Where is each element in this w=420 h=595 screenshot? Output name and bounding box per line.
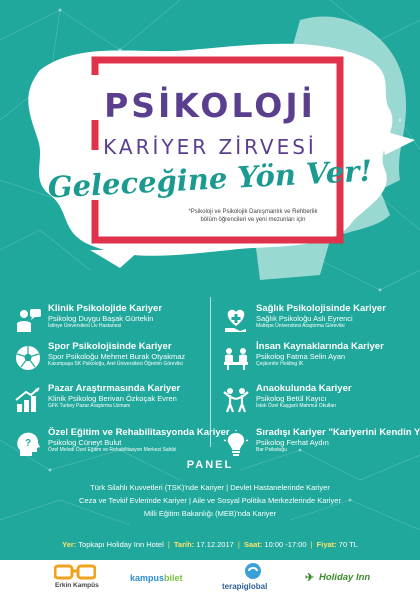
audience-note: *Psikoloji ve Psikolojik Danışmanlık ve … [188, 209, 318, 223]
meeting-icon [224, 348, 248, 370]
heart-hand-icon [225, 309, 246, 332]
svg-text:?: ? [25, 438, 31, 449]
topic-health: Sağlık Psikolojisinde Kariyer Sağlık Psi… [222, 303, 417, 341]
soccer-ball-icon [16, 346, 40, 370]
event-time: 10:00 -17:00 [264, 540, 307, 549]
event-title: PSİKOLOJİ [104, 86, 316, 125]
event-info: Yer: Topkapı Holiday Inn Hotel | Tarih: … [62, 540, 358, 549]
event-place: Topkapı Holiday Inn Hotel [78, 540, 164, 549]
counseling-icon [17, 309, 41, 332]
topic-preschool: Anaokulunda Kariyer Psikolog Betül Kayıc… [222, 383, 417, 421]
event-price: 70 TL [338, 540, 358, 549]
globe-icon [245, 563, 261, 579]
event-date: 17.12.2017 [196, 540, 234, 549]
panel-line-2: Ceza ve Tevkif Evlerinde Kariyer | Aile … [79, 496, 341, 505]
erkin-kampus-logo: Erkin Kampüs [40, 560, 110, 595]
head-question-icon: ? [17, 432, 40, 456]
terapiglobal-logo: terapiglobal [222, 560, 292, 595]
event-poster: PSİKOLOJİ KARİYER ZİRVESİ Geleceğine Yön… [0, 0, 420, 595]
panel-title: PANEL [186, 459, 234, 471]
panel-line-3: Milli Eğitim Bakanlığı (MEB)'nda Kariyer [143, 509, 277, 518]
topic-clinical: Klinik Psikolojide Kariyer Psikolog Duyg… [14, 303, 209, 341]
growth-chart-icon [15, 387, 40, 412]
topic-market-research: Pazar Araştırmasında Kariyer Klinik Psik… [14, 383, 209, 421]
children-icon [223, 388, 249, 413]
kampusbilet-logo: kampusbilet [130, 573, 183, 583]
topic-human-resources: İnsan Kaynaklarında Kariyer Psikolog Fat… [222, 341, 417, 379]
panel-line-1: Türk Silahlı Kuvvetleri (TSK)'nde Kariye… [90, 483, 330, 492]
column-divider [210, 297, 211, 447]
glasses-icon [54, 564, 96, 580]
topic-sports: Spor Psikolojisinde Kariyer Spor Psikolo… [14, 341, 209, 379]
sponsor-bar: Erkin Kampüs kampusbilet terapiglobal ✈ … [0, 560, 420, 595]
holiday-inn-logo: ✈ Holiday Inn [305, 572, 371, 584]
lightbulb-icon [223, 430, 249, 456]
